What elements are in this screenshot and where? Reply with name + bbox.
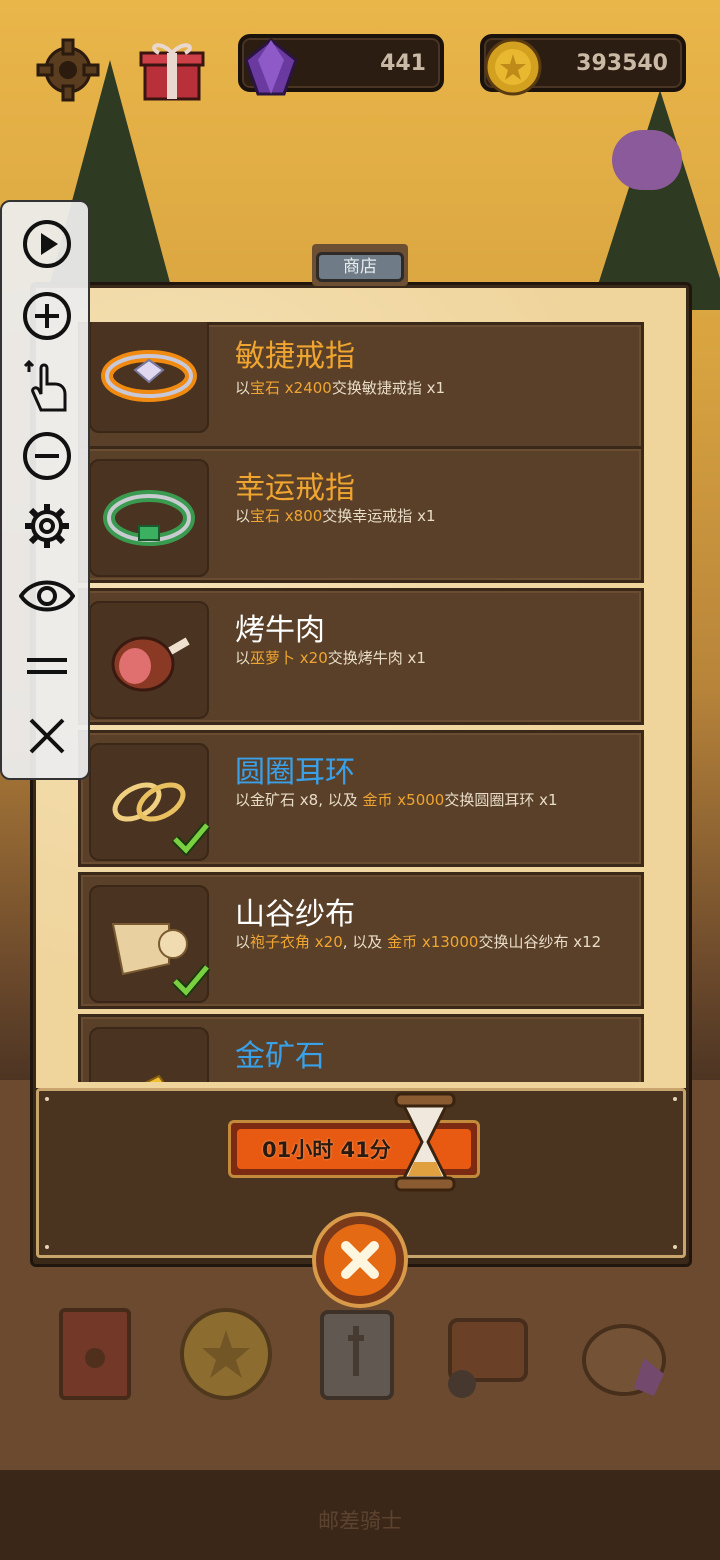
zoom-out-icon[interactable]: [16, 428, 78, 484]
owned-check-icon: [171, 822, 211, 857]
side-toolbar: [0, 200, 90, 780]
item-desc: 以宝石 x800交换幸运戒指 x1: [235, 507, 436, 525]
gem-icon: [244, 38, 298, 96]
shop-item-row[interactable]: 烤牛肉 以巫萝卜 x20交换烤牛肉 x1: [78, 588, 644, 725]
shop-item-row[interactable]: 山谷纱布 以袍子衣角 x20, 以及 金币 x13000交换山谷纱布 x12: [78, 872, 644, 1009]
luck-ring-icon: [89, 459, 209, 577]
coin-count: 393540: [576, 50, 668, 76]
item-name: 敏捷戒指: [235, 339, 355, 374]
eye-icon[interactable]: [16, 568, 78, 624]
settings-icon[interactable]: [16, 498, 78, 554]
gem-count: 441: [380, 50, 426, 76]
item-name: 山谷纱布: [235, 897, 355, 932]
shop-item-list[interactable]: 敏捷戒指 以宝石 x2400交换敏捷戒指 x1 幸运戒指 以宝石 x800交换幸…: [78, 322, 644, 1082]
agility-ring-icon: [89, 322, 209, 433]
item-desc: 以袍子衣角 x20, 以及 金币 x13000交换山谷纱布 x12: [235, 933, 602, 951]
menu-icon[interactable]: [16, 638, 78, 694]
close-button[interactable]: [312, 1212, 408, 1308]
refresh-timer-text: 01小时 41分: [262, 1138, 391, 1162]
shop-item-row[interactable]: 敏捷戒指 以宝石 x2400交换敏捷戒指 x1: [78, 322, 644, 459]
item-name: 圆圈耳环: [235, 755, 355, 790]
nav-coin-icon[interactable]: [176, 1300, 276, 1408]
play-icon[interactable]: [16, 216, 78, 272]
nav-treasure-icon[interactable]: [574, 1300, 674, 1408]
item-name: 幸运戒指: [235, 471, 355, 506]
roast-beef-icon: [89, 601, 209, 719]
gold-ore-icon: [89, 1027, 209, 1082]
hourglass-icon: [394, 1092, 456, 1192]
nav-bag-icon[interactable]: [440, 1300, 540, 1408]
coin-icon: [484, 38, 542, 96]
gear-icon[interactable]: [34, 36, 102, 104]
shop-item-row[interactable]: 金矿石: [78, 1014, 644, 1082]
shop-tab-label: 商店: [316, 252, 404, 282]
touch-icon[interactable]: [16, 358, 78, 414]
tree-right: [590, 90, 720, 310]
nav-card-icon[interactable]: [310, 1300, 410, 1408]
owned-check-icon: [171, 964, 211, 999]
bag-icon[interactable]: [612, 130, 682, 190]
shop-item-row[interactable]: 幸运戒指 以宝石 x800交换幸运戒指 x1: [78, 446, 644, 583]
close-x-icon: [341, 1241, 379, 1279]
shop-item-row[interactable]: 圆圈耳环 以金矿石 x8, 以及 金币 x5000交换圆圈耳环 x1: [78, 730, 644, 867]
coin-counter: 393540: [480, 34, 686, 96]
footer-title: 邮差骑士: [318, 1509, 402, 1533]
zoom-in-icon[interactable]: [16, 288, 78, 344]
gem-counter: 441: [238, 34, 444, 96]
nav-book-icon[interactable]: [46, 1300, 146, 1408]
item-name: 金矿石: [235, 1039, 325, 1074]
close-icon[interactable]: [16, 708, 78, 764]
item-name: 烤牛肉: [235, 613, 325, 648]
item-desc: 以巫萝卜 x20交换烤牛肉 x1: [235, 649, 426, 667]
gift-icon[interactable]: [138, 36, 206, 104]
item-desc: 以宝石 x2400交换敏捷戒指 x1: [235, 379, 446, 397]
item-desc: 以金矿石 x8, 以及 金币 x5000交换圆圈耳环 x1: [235, 791, 558, 809]
